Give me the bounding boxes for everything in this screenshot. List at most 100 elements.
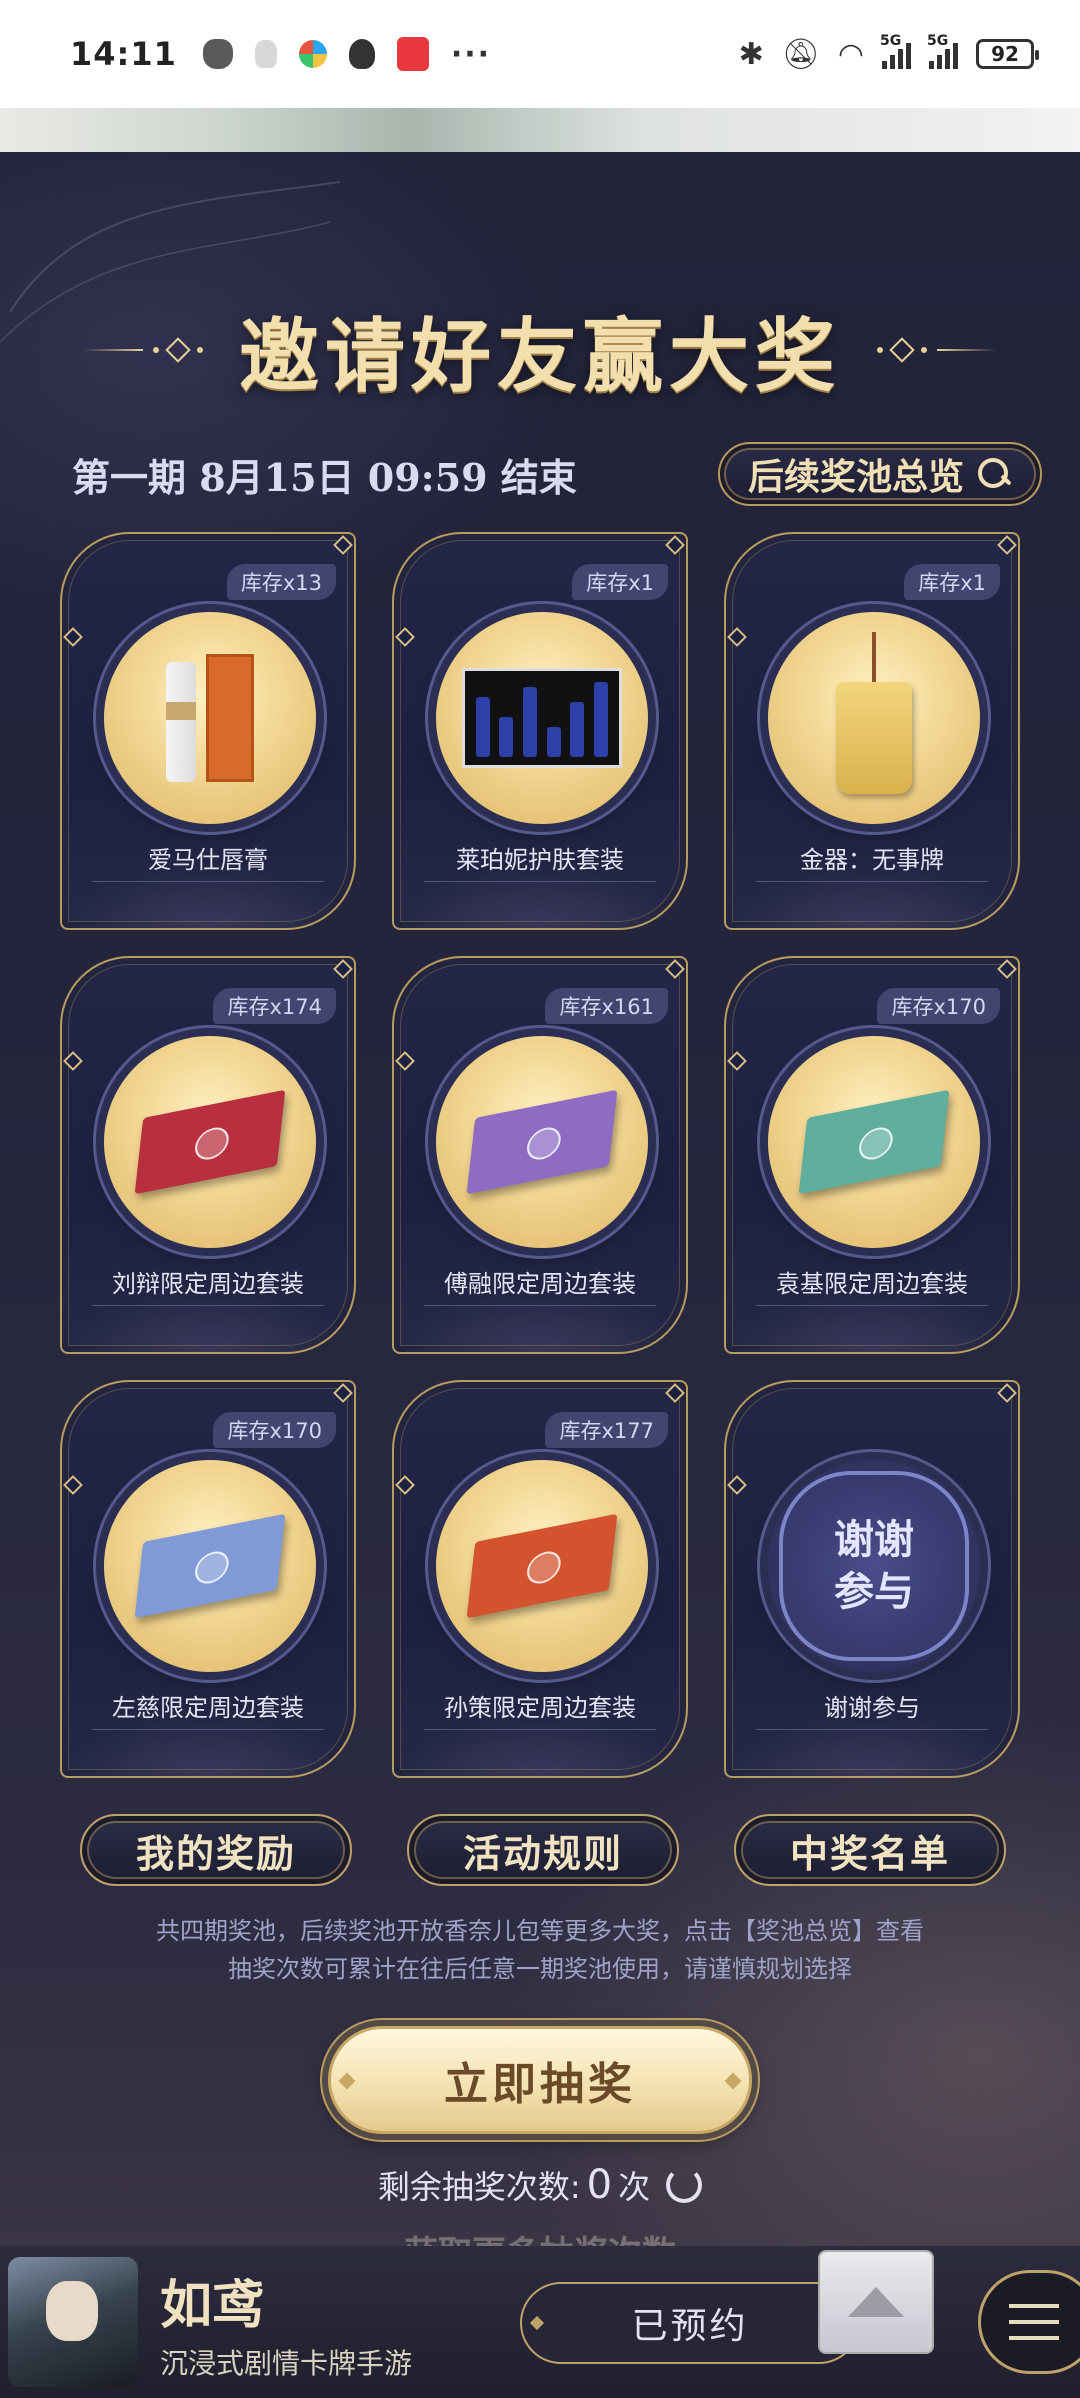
game-info: 如鸢 沉浸式剧情卡牌手游 (160, 2263, 412, 2382)
stock-badge: 库存x174 (213, 988, 336, 1024)
prize-name: 金器：无事牌 (756, 838, 988, 882)
gem-ornament-left (529, 2315, 545, 2331)
top-banner-image (0, 108, 1080, 152)
stock-badge: 库存x170 (877, 988, 1000, 1024)
mute-bell-icon: 🔕︎ (781, 36, 820, 72)
thanks-badge-line: 谢谢 (834, 1516, 914, 1563)
corner-ornament (665, 1383, 685, 1403)
stock-badge: 库存x1 (572, 564, 668, 600)
stock-badge: 库存x177 (545, 1412, 668, 1448)
note-line-2: 抽奖次数可累计在往后任意一期奖池使用，请谨慎规划选择 (228, 1955, 852, 1983)
merch-envelope-image (466, 1089, 618, 1195)
network-type-label: 5G (880, 33, 902, 49)
prize-card[interactable]: 谢谢 参与 谢谢参与 (724, 1380, 1020, 1778)
corner-ornament (395, 1475, 415, 1495)
prize-card[interactable]: 库存x170 左慈限定周边套装 (60, 1380, 356, 1778)
title-ornament-right (877, 337, 997, 363)
lipstick-image (166, 654, 254, 782)
status-time: 14:11 (70, 35, 177, 73)
prize-name: 袁基限定周边套装 (756, 1262, 988, 1306)
merch-envelope-image (466, 1513, 618, 1619)
get-more-draws-link[interactable]: 获取更多抽奖次数 (0, 2226, 1080, 2246)
skincare-set-image (462, 668, 622, 768)
winners-list-button[interactable]: 中奖名单 (734, 1814, 1006, 1886)
gem-ornament-right (724, 2072, 742, 2090)
scroll-to-top-button[interactable] (818, 2250, 934, 2354)
draw-now-label: 立即抽奖 (444, 2059, 636, 2110)
prize-image (104, 612, 316, 824)
stock-badge: 库存x161 (545, 988, 668, 1024)
search-icon (976, 456, 1012, 492)
corner-ornament (63, 627, 83, 647)
note-line-1: 共四期奖池，后续奖池开放香奈儿包等更多大奖，点击【奖池总览】查看 (156, 1917, 924, 1945)
prize-card[interactable]: 库存x161 傅融限定周边套装 (392, 956, 688, 1354)
prize-image (768, 1036, 980, 1248)
action-buttons: 我的奖励 活动规则 中奖名单 (80, 1814, 1006, 1886)
reserved-label: 已预约 (631, 2306, 749, 2347)
ghost-icon (254, 40, 277, 68)
merch-envelope-image (798, 1089, 950, 1195)
prize-image: 谢谢 参与 (768, 1460, 980, 1672)
prize-image (768, 612, 980, 824)
remaining-draws: 剩余抽奖次数: 0 次 (0, 2162, 1080, 2208)
rules-button[interactable]: 活动规则 (407, 1814, 679, 1886)
corner-ornament (333, 1383, 353, 1403)
bluetooth-icon: ✱ (738, 36, 764, 72)
signal-icon-2: 5G (927, 33, 958, 69)
pool-overview-button[interactable]: 后续奖池总览 (717, 442, 1042, 506)
prize-card[interactable]: 库存x1 莱珀妮护肤套装 (392, 532, 688, 930)
prize-card[interactable]: 库存x170 袁基限定周边套装 (724, 956, 1020, 1354)
huawei-appgallery-icon (396, 37, 429, 71)
remaining-label: 剩余抽奖次数: (377, 2168, 581, 2206)
game-name: 如鸢 (160, 2274, 265, 2336)
menu-icon-line (1009, 2336, 1059, 2340)
corner-ornament (63, 1051, 83, 1071)
menu-icon-line (1009, 2320, 1059, 2324)
prize-name: 谢谢参与 (756, 1686, 988, 1730)
prize-card[interactable]: 库存x174 刘辩限定周边套装 (60, 956, 356, 1354)
gem-ornament-left (338, 2072, 356, 2090)
refresh-icon[interactable] (666, 2167, 703, 2203)
prize-card[interactable]: 库存x13 爱马仕唇膏 (60, 532, 356, 930)
corner-ornament (665, 535, 685, 555)
pool-notes: 共四期奖池，后续奖池开放香奈儿包等更多大奖，点击【奖池总览】查看 抽奖次数可累计… (0, 1912, 1080, 1988)
prize-name: 左慈限定周边套装 (92, 1686, 324, 1730)
prize-card[interactable]: 库存x1 金器：无事牌 (724, 532, 1020, 930)
remaining-count: 0 (586, 2162, 613, 2208)
draw-now-button[interactable]: 立即抽奖 (328, 2026, 752, 2134)
corner-ornament (333, 535, 353, 555)
corner-ornament (997, 1383, 1017, 1403)
period-end-text: 第一期 8月15日 09:59 结束 (72, 454, 577, 500)
pool-overview-label: 后续奖池总览 (747, 456, 964, 498)
prize-card[interactable]: 库存x177 孙策限定周边套装 (392, 1380, 688, 1778)
merch-envelope-image (134, 1089, 286, 1195)
system-icons: ✱ 🔕︎ ◠ 5G 5G 92 (738, 33, 1039, 72)
prize-image (436, 1460, 648, 1672)
network-type-label-2: 5G (927, 33, 949, 49)
thanks-badge-line: 参与 (834, 1568, 914, 1615)
prize-name: 莱珀妮护肤套装 (424, 838, 656, 882)
thanks-badge: 谢谢 参与 (779, 1471, 969, 1661)
prize-image (104, 1036, 316, 1248)
stock-badge: 库存x170 (213, 1412, 336, 1448)
reserved-button[interactable]: 已预约 (520, 2282, 860, 2364)
corner-ornament (997, 535, 1017, 555)
qq-icon (348, 39, 375, 69)
corner-ornament (395, 1051, 415, 1071)
prize-name: 刘辩限定周边套装 (92, 1262, 324, 1306)
my-rewards-button[interactable]: 我的奖励 (80, 1814, 352, 1886)
prize-name: 爱马仕唇膏 (92, 838, 324, 882)
corner-ornament (727, 1051, 747, 1071)
menu-button[interactable] (978, 2270, 1080, 2374)
corner-ornament (665, 959, 685, 979)
corner-ornament (333, 959, 353, 979)
more-notifications-icon: ··· (450, 36, 492, 72)
game-bottom-bar: 如鸢 沉浸式剧情卡牌手游 已预约 (0, 2246, 1080, 2398)
corner-ornament (395, 627, 415, 647)
signal-icon: 5G (880, 33, 911, 69)
prize-name: 孙策限定周边套装 (424, 1686, 656, 1730)
gold-plaque-image (836, 632, 912, 794)
status-bar: 14:11 ··· ✱ 🔕︎ ◠ 5G 5G 92 (0, 0, 1080, 108)
game-avatar[interactable] (8, 2257, 138, 2387)
prize-image (436, 612, 648, 824)
